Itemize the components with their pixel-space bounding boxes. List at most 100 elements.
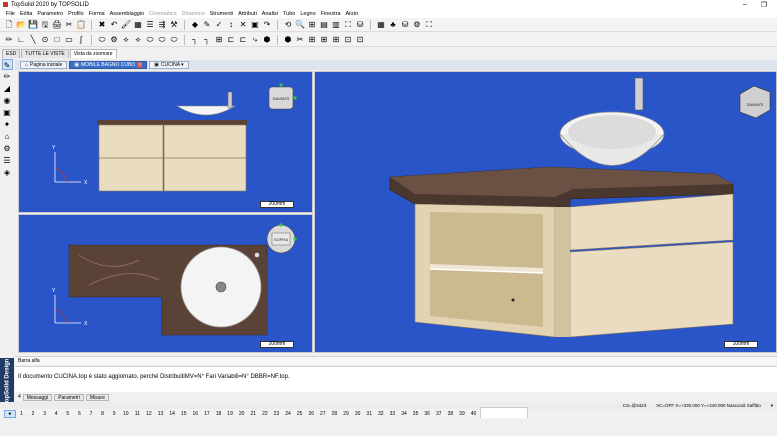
toolbar-tool-icon[interactable]: ▣ — [250, 20, 260, 30]
menu-item-attributi[interactable]: Attributi — [238, 11, 257, 17]
layer-button-8[interactable]: 8 — [97, 411, 109, 417]
front-view-viewport[interactable]: Y X DAVANTI 200mm — [18, 71, 313, 213]
toolbar-tool-icon[interactable]: ⊡ — [343, 35, 353, 45]
view-cube[interactable]: DAVANTI — [739, 85, 771, 119]
toolbar-tool-icon[interactable]: ▦ — [376, 20, 386, 30]
layer-button-5[interactable]: 5 — [62, 411, 74, 417]
close-tab-button[interactable]: × — [137, 62, 143, 68]
tab-tutte-le-viste[interactable]: TUTTE LE VISTE — [21, 49, 69, 58]
toolbar-tool-icon[interactable]: ┐ — [190, 35, 200, 45]
doc-tab-mobile-bagno[interactable]: ▣ MOBILE BAGNO CUBO × — [69, 61, 148, 69]
toolbar-tool-icon[interactable]: ⊡ — [355, 35, 365, 45]
menu-item-dinamico[interactable]: Dinamico — [182, 11, 205, 17]
layer-button-25[interactable]: 25 — [294, 411, 306, 417]
toolbar-tool-icon[interactable]: 🔍 — [295, 20, 305, 30]
toolbar-tool-icon[interactable]: ⛁ — [355, 20, 365, 30]
toolbar-tool-icon[interactable]: 💾 — [28, 20, 38, 30]
toolbar-tool-icon[interactable]: ⛶ — [343, 20, 353, 30]
toolbar-tool-icon[interactable]: ↕ — [226, 20, 236, 30]
toolbar-tool-icon[interactable]: ⚒ — [169, 20, 179, 30]
toolbar-tool-icon[interactable]: ⬭ — [145, 35, 155, 45]
toolbar-tool-icon[interactable]: ╲ — [28, 35, 38, 45]
tab-vista-da-zoomare[interactable]: Vista da zoomare — [69, 49, 117, 58]
minimize-button[interactable]: – — [743, 1, 747, 9]
layer-button-0[interactable]: ● — [4, 409, 16, 418]
toolbar-tool-icon[interactable]: ✖ — [97, 20, 107, 30]
toolbar-tool-icon[interactable]: ⟡ — [133, 35, 143, 45]
toolbar-tool-icon[interactable]: ⚙ — [412, 20, 422, 30]
toolbar-tool-icon[interactable]: 🖫 — [40, 20, 50, 30]
toolbar-tool-icon[interactable]: ↷ — [262, 20, 272, 30]
toolbar-tool-icon[interactable]: ⇶ — [157, 20, 167, 30]
layer-button-29[interactable]: 29 — [340, 411, 352, 417]
toolbar-tool-icon[interactable]: 📂 — [16, 20, 26, 30]
menu-item-forma[interactable]: Forma — [89, 11, 105, 17]
toolbar-tool-icon[interactable]: ┐ — [202, 35, 212, 45]
left-tool-icon[interactable]: ✎ — [1, 59, 13, 70]
layer-button-11[interactable]: 11 — [132, 411, 144, 417]
left-tool-icon[interactable]: ▣ — [2, 107, 13, 118]
toolbar-tool-icon[interactable]: ⬭ — [97, 35, 107, 45]
layer-button-20[interactable]: 20 — [236, 411, 248, 417]
layer-button-39[interactable]: 39 — [456, 411, 468, 417]
view-cube[interactable]: DAVANTI — [268, 83, 297, 110]
menu-item-aiuto[interactable]: Aiuto — [346, 11, 359, 17]
toolbar-tool-icon[interactable]: ✂ — [64, 20, 74, 30]
layer-button-14[interactable]: 14 — [166, 411, 178, 417]
layer-button-9[interactable]: 9 — [108, 411, 120, 417]
toolbar-tool-icon[interactable]: ∫ — [76, 35, 86, 45]
layer-button-34[interactable]: 34 — [398, 411, 410, 417]
layer-button-35[interactable]: 35 — [410, 411, 422, 417]
layer-button-17[interactable]: 17 — [201, 411, 213, 417]
toolbar-tool-icon[interactable]: ▦ — [133, 20, 143, 30]
layer-button-26[interactable]: 26 — [305, 411, 317, 417]
toolbar-tool-icon[interactable]: ▤ — [319, 20, 329, 30]
toolbar-tool-icon[interactable]: ⬢ — [262, 35, 272, 45]
tab-misure[interactable]: Misure — [85, 393, 109, 401]
menu-item-legno[interactable]: Legno — [300, 11, 315, 17]
menu-item-strumenti[interactable]: Strumenti — [210, 11, 234, 17]
layer-button-16[interactable]: 16 — [190, 411, 202, 417]
toolbar-tool-icon[interactable]: ⚙ — [109, 35, 119, 45]
left-tool-icon[interactable]: ✏ — [2, 71, 13, 82]
toolbar-tool-icon[interactable]: ⊏ — [226, 35, 236, 45]
layer-button-1[interactable]: 1 — [16, 411, 28, 417]
toolbar-tool-icon[interactable]: ▥ — [331, 20, 341, 30]
view-cube[interactable]: SOPRA — [266, 223, 297, 254]
menu-item-edita[interactable]: Edita — [20, 11, 33, 17]
layer-button-15[interactable]: 15 — [178, 411, 190, 417]
tab-esd[interactable]: ESD — [2, 49, 21, 58]
layer-button-28[interactable]: 28 — [329, 411, 341, 417]
layer-button-3[interactable]: 3 — [39, 411, 51, 417]
toolbar-tool-icon[interactable]: ⟲ — [283, 20, 293, 30]
left-tool-icon[interactable]: ◢ — [2, 83, 13, 94]
left-tool-icon[interactable]: ✦ — [2, 119, 13, 130]
layer-button-10[interactable]: 10 — [120, 411, 132, 417]
toolbar-tool-icon[interactable]: ✏ — [4, 35, 14, 45]
left-tool-icon[interactable]: ⚙ — [2, 143, 13, 154]
layer-button-12[interactable]: 12 — [143, 411, 155, 417]
layer-button-30[interactable]: 30 — [352, 411, 364, 417]
toolbar-tool-icon[interactable]: ✕ — [238, 20, 248, 30]
layer-button-36[interactable]: 36 — [421, 411, 433, 417]
doc-tab-home[interactable]: ⌂ Pagina iniziale — [20, 61, 68, 69]
layer-button-24[interactable]: 24 — [282, 411, 294, 417]
toolbar-tool-icon[interactable]: ⊞ — [214, 35, 224, 45]
layer-button-33[interactable]: 33 — [387, 411, 399, 417]
left-tool-icon[interactable]: ☰ — [2, 155, 13, 166]
top-view-viewport[interactable]: Y X SOPRA 200mm — [18, 214, 313, 353]
menu-item-analisi[interactable]: Analisi — [262, 11, 278, 17]
layer-button-37[interactable]: 37 — [433, 411, 445, 417]
menu-item-parametro[interactable]: Parametro — [37, 11, 63, 17]
toolbar-tool-icon[interactable]: ⬭ — [157, 35, 167, 45]
layer-button-4[interactable]: 4 — [50, 411, 62, 417]
menu-item-tubo[interactable]: Tubo — [283, 11, 295, 17]
toolbar-tool-icon[interactable]: ✂ — [295, 35, 305, 45]
layer-button-6[interactable]: 6 — [74, 411, 86, 417]
layer-button-2[interactable]: 2 — [27, 411, 39, 417]
doc-tab-cucina[interactable]: ▣ CUCINA ▾ — [149, 61, 189, 69]
toolbar-tool-icon[interactable]: ⬢ — [283, 35, 293, 45]
layer-button-7[interactable]: 7 — [85, 411, 97, 417]
toolbar-tool-icon[interactable]: ⊞ — [331, 35, 341, 45]
menu-item-file[interactable]: File — [6, 11, 15, 17]
